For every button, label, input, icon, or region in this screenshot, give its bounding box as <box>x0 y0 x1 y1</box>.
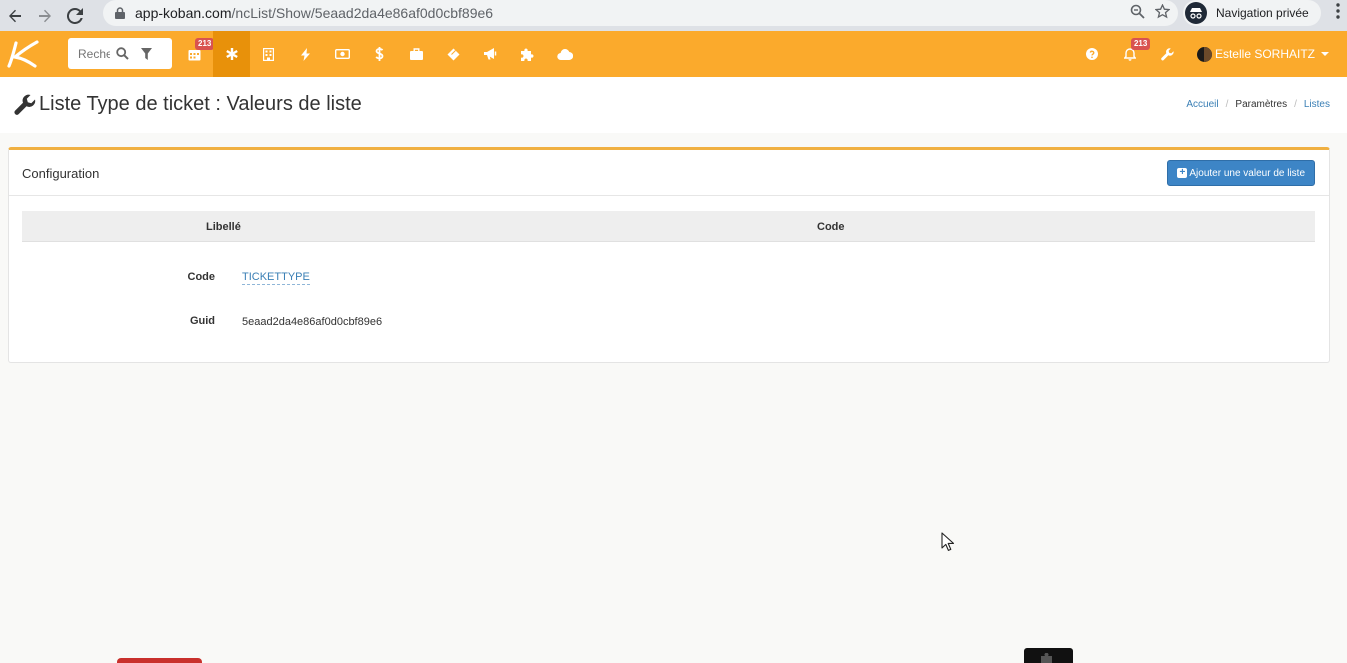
breadcrumb-lists[interactable]: Listes <box>1304 99 1330 110</box>
bolt-icon <box>301 47 310 61</box>
panel-header: Configuration + Ajouter une valeur de li… <box>9 150 1329 196</box>
page-title: Liste Type de ticket : Valeurs de liste <box>14 93 362 116</box>
search-icon[interactable] <box>110 38 134 69</box>
table-header: Libellé Code <box>22 211 1315 242</box>
nav-money[interactable] <box>324 31 361 77</box>
calendar-badge: 213 <box>195 38 215 50</box>
user-menu[interactable]: Estelle SORHAITZ <box>1187 46 1347 62</box>
incognito-icon <box>1185 2 1207 24</box>
settings-button[interactable] <box>1149 31 1187 77</box>
nav-puzzle[interactable] <box>509 31 546 77</box>
nav-dollar[interactable] <box>361 31 398 77</box>
megaphone-icon <box>483 48 496 60</box>
ticket-icon <box>447 48 460 60</box>
arrow-right-icon <box>39 9 51 22</box>
building-icon <box>263 47 274 61</box>
page-header: Liste Type de ticket : Valeurs de liste … <box>0 77 1347 133</box>
puzzle-icon <box>1040 653 1052 663</box>
breadcrumb-home[interactable]: Accueil <box>1186 99 1218 110</box>
notifications-badge: 213 <box>1130 38 1151 50</box>
nav-calendar[interactable]: 213 <box>176 31 215 77</box>
reload-icon <box>67 7 83 24</box>
browser-menu-icon[interactable] <box>1331 3 1345 24</box>
column-header-code[interactable]: Code <box>817 221 845 233</box>
mouse-cursor-icon <box>941 532 955 551</box>
briefcase-icon <box>410 48 423 60</box>
incognito-label: Navigation privée <box>1216 6 1309 20</box>
app-navbar: 213 <box>0 31 1347 77</box>
asterisk-icon <box>225 48 238 60</box>
breadcrumb-settings: Paramètres <box>1235 99 1288 110</box>
user-name: Estelle SORHAITZ <box>1214 47 1315 61</box>
panel-title: Configuration <box>22 166 100 181</box>
wrench-icon <box>1161 47 1175 60</box>
question-circle-icon <box>1085 48 1098 60</box>
global-search[interactable] <box>68 38 172 69</box>
forward-button[interactable] <box>30 0 60 31</box>
configuration-panel: Configuration + Ajouter une valeur de li… <box>8 147 1330 363</box>
caret-down-icon <box>1321 52 1329 56</box>
avatar <box>1196 46 1212 62</box>
koban-logo[interactable] <box>6 39 42 69</box>
nav-bolt[interactable] <box>287 31 324 77</box>
wrench-icon <box>14 94 36 115</box>
page-title-text: Liste Type de ticket : Valeurs de liste <box>39 93 362 115</box>
incognito-indicator[interactable]: Navigation privée <box>1183 0 1321 26</box>
breadcrumb-separator: / <box>1294 99 1297 110</box>
nav-megaphone[interactable] <box>472 31 509 77</box>
code-label: Code <box>187 271 216 283</box>
search-input[interactable] <box>78 46 110 61</box>
add-list-value-button[interactable]: + Ajouter une valeur de liste <box>1167 160 1315 186</box>
arrow-left-icon <box>9 9 21 22</box>
nav-building[interactable] <box>250 31 287 77</box>
url-text: app-koban.com/ncList/Show/5eaad2da4e86af… <box>135 5 494 21</box>
lock-icon <box>113 6 127 20</box>
dollar-icon <box>375 47 384 61</box>
guid-label: Guid <box>189 315 215 327</box>
code-value-editable[interactable]: TICKETTYPE <box>242 271 310 285</box>
reload-button[interactable] <box>60 0 90 31</box>
bottom-red-widget[interactable] <box>117 658 202 663</box>
breadcrumb: Accueil / Paramètres / Listes <box>1186 99 1330 110</box>
bottom-dark-widget[interactable] <box>1024 648 1073 663</box>
money-icon <box>335 49 350 59</box>
nav-briefcase[interactable] <box>398 31 435 77</box>
notifications-button[interactable]: 213 <box>1111 31 1151 77</box>
cloud-icon <box>556 48 573 60</box>
column-header-libelle[interactable]: Libellé <box>206 221 241 233</box>
nav-ticket[interactable] <box>435 31 472 77</box>
bookmark-star-icon[interactable] <box>1154 2 1171 23</box>
address-bar[interactable]: app-koban.com/ncList/Show/5eaad2da4e86af… <box>103 0 1178 26</box>
puzzle-icon <box>521 48 534 61</box>
zoom-icon[interactable] <box>1130 4 1145 23</box>
guid-value: 5eaad2da4e86af0d0cbf89e6 <box>242 316 383 328</box>
nav-cloud[interactable] <box>546 31 583 77</box>
nav-asterisk[interactable] <box>213 31 250 77</box>
help-button[interactable] <box>1073 31 1111 77</box>
back-button[interactable] <box>0 0 30 31</box>
browser-toolbar: app-koban.com/ncList/Show/5eaad2da4e86af… <box>0 0 1347 31</box>
breadcrumb-separator: / <box>1225 99 1229 110</box>
add-list-value-label: Ajouter une valeur de liste <box>1189 167 1305 179</box>
filter-icon[interactable] <box>134 38 158 69</box>
plus-square-icon: + <box>1177 168 1188 178</box>
